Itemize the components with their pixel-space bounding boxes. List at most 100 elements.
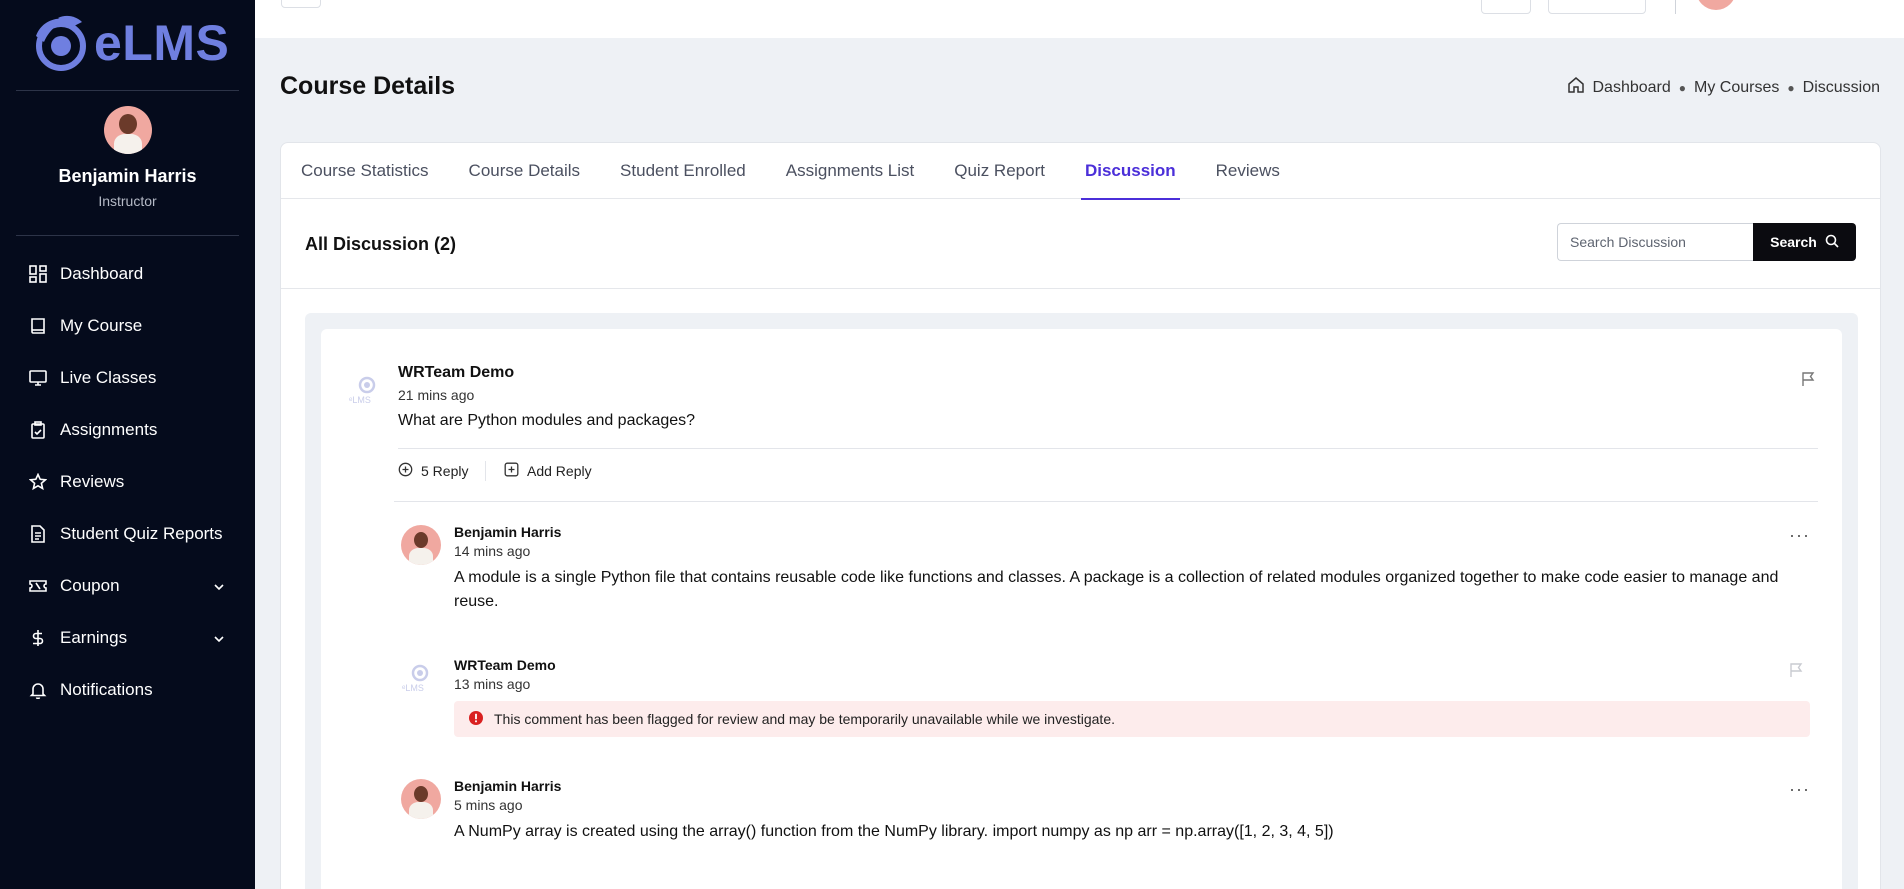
sidebar-item-student-quiz-reports[interactable]: Student Quiz Reports xyxy=(0,508,255,560)
sidebar-item-coupon[interactable]: Coupon xyxy=(0,560,255,612)
reply-count-button[interactable]: 5 Reply xyxy=(398,462,468,480)
search-icon xyxy=(1825,234,1839,251)
logo-text: eLMS xyxy=(94,15,230,71)
breadcrumb-separator: ● xyxy=(1787,80,1795,95)
ticket-icon xyxy=(28,576,48,596)
sidebar-item-earnings[interactable]: Earnings xyxy=(0,612,255,664)
tab-quiz-report[interactable]: Quiz Report xyxy=(954,143,1045,199)
sidebar: eLMS Benjamin Harris Instructor Dashboar… xyxy=(0,0,255,889)
avatar[interactable] xyxy=(103,106,152,154)
monitor-icon xyxy=(28,368,48,388)
avatar xyxy=(401,525,441,565)
alert-icon xyxy=(468,710,484,729)
replies-divider xyxy=(394,501,1818,502)
elms-logo-icon xyxy=(36,15,86,71)
app-logo[interactable]: eLMS xyxy=(28,14,229,72)
chevron-down-icon[interactable] xyxy=(213,578,225,598)
elms-avatar-icon: ᵉLMS xyxy=(349,376,376,405)
course-details-card: Course Statistics Course Details Student… xyxy=(280,142,1881,889)
plus-square-icon xyxy=(504,462,519,480)
menu-toggle-button[interactable] xyxy=(281,0,321,8)
chevron-down-icon[interactable] xyxy=(213,630,225,650)
tab-discussion[interactable]: Discussion xyxy=(1080,143,1180,200)
clipboard-icon xyxy=(28,420,48,440)
post-divider xyxy=(398,448,1818,449)
tab-course-statistics[interactable]: Course Statistics xyxy=(301,143,429,199)
elms-avatar-icon: ᵉLMS xyxy=(402,664,429,693)
svg-text:ᵉLMS: ᵉLMS xyxy=(402,683,424,693)
action-divider xyxy=(485,461,486,481)
reply-time: 5 mins ago xyxy=(454,797,523,813)
sidebar-item-label: Coupon xyxy=(60,576,120,595)
sidebar-item-notifications[interactable]: Notifications xyxy=(0,664,255,716)
sidebar-item-label: Live Classes xyxy=(60,368,157,387)
top-bar xyxy=(255,0,1904,38)
plus-circle-icon xyxy=(398,462,413,480)
reply-time: 13 mins ago xyxy=(454,676,531,692)
tab-bar: Course Statistics Course Details Student… xyxy=(281,143,1880,200)
breadcrumb-link-dashboard[interactable]: Dashboard xyxy=(1593,79,1671,97)
tab-reviews[interactable]: Reviews xyxy=(1216,143,1280,199)
user-avatar[interactable] xyxy=(1696,0,1736,10)
reply-text: A NumPy array is created using the array… xyxy=(454,823,1334,840)
add-reply-label: Add Reply xyxy=(527,463,592,479)
dollar-icon xyxy=(28,628,48,648)
flag-message: This comment has been flagged for review… xyxy=(494,711,1115,727)
discussion-thread: ᵉLMS WRTeam Demo 21 mins ago What are Py… xyxy=(321,329,1842,889)
discussion-header: All Discussion (2) Search xyxy=(281,199,1880,289)
reply-author: Benjamin Harris xyxy=(454,524,562,540)
profile-name: Benjamin Harris xyxy=(58,166,197,186)
profile-role: Instructor xyxy=(98,193,157,209)
toolbar-button[interactable] xyxy=(1481,0,1531,14)
sidebar-item-assignments[interactable]: Assignments xyxy=(0,404,255,456)
toolbar-divider xyxy=(1675,0,1676,14)
sidebar-item-label: Notifications xyxy=(60,680,153,699)
discussion-list: ᵉLMS WRTeam Demo 21 mins ago What are Py… xyxy=(305,313,1858,889)
bell-icon xyxy=(28,680,48,700)
sidebar-nav: Dashboard My Course Live Classes Assignm… xyxy=(0,248,255,716)
tab-student-enrolled[interactable]: Student Enrolled xyxy=(620,143,746,199)
flagged-comment-alert: This comment has been flagged for review… xyxy=(454,701,1810,737)
book-icon xyxy=(28,316,48,336)
sidebar-item-label: Earnings xyxy=(60,628,128,647)
sidebar-item-reviews[interactable]: Reviews xyxy=(0,456,255,508)
flag-icon[interactable] xyxy=(1801,371,1815,392)
tab-assignments-list[interactable]: Assignments List xyxy=(786,143,915,199)
document-icon xyxy=(28,524,48,544)
search-input[interactable] xyxy=(1557,223,1753,261)
flag-icon xyxy=(1789,662,1803,683)
breadcrumb-link-my-courses[interactable]: My Courses xyxy=(1694,79,1779,97)
sidebar-item-dashboard[interactable]: Dashboard xyxy=(0,248,255,300)
breadcrumb-current: Discussion xyxy=(1802,78,1880,96)
search-form: Search xyxy=(1557,223,1856,261)
dashboard-icon xyxy=(28,264,48,284)
sidebar-item-label: Dashboard xyxy=(60,264,144,283)
reply-author: WRTeam Demo xyxy=(454,657,556,673)
reply-author: Benjamin Harris xyxy=(454,778,562,794)
toolbar-button[interactable] xyxy=(1548,0,1646,14)
avatar xyxy=(401,779,441,819)
more-options-icon[interactable]: ··· xyxy=(1789,779,1810,800)
add-reply-button[interactable]: Add Reply xyxy=(504,462,592,480)
reply-count-label: 5 Reply xyxy=(421,463,469,479)
sidebar-divider xyxy=(16,90,239,91)
discussion-heading: All Discussion (2) xyxy=(305,234,457,254)
sidebar-item-my-course[interactable]: My Course xyxy=(0,300,255,352)
breadcrumb: Dashboard ● My Courses ● Discussion xyxy=(1567,76,1880,99)
page-title: Course Details xyxy=(280,72,456,100)
reply-time: 14 mins ago xyxy=(454,543,531,559)
more-options-icon[interactable]: ··· xyxy=(1789,525,1810,546)
home-icon[interactable] xyxy=(1567,76,1585,99)
star-icon xyxy=(28,472,48,492)
tab-course-details[interactable]: Course Details xyxy=(469,143,581,199)
sidebar-item-label: Reviews xyxy=(60,472,125,491)
sidebar-divider xyxy=(16,235,239,236)
search-button-label: Search xyxy=(1770,234,1817,250)
reply-text: A module is a single Python file that co… xyxy=(454,569,1779,610)
sidebar-item-live-classes[interactable]: Live Classes xyxy=(0,352,255,404)
search-button[interactable]: Search xyxy=(1753,223,1856,261)
user-profile: Benjamin Harris Instructor xyxy=(0,106,255,209)
sidebar-item-label: My Course xyxy=(60,316,143,335)
sidebar-item-label: Assignments xyxy=(60,420,158,439)
post-time: 21 mins ago xyxy=(398,387,475,403)
